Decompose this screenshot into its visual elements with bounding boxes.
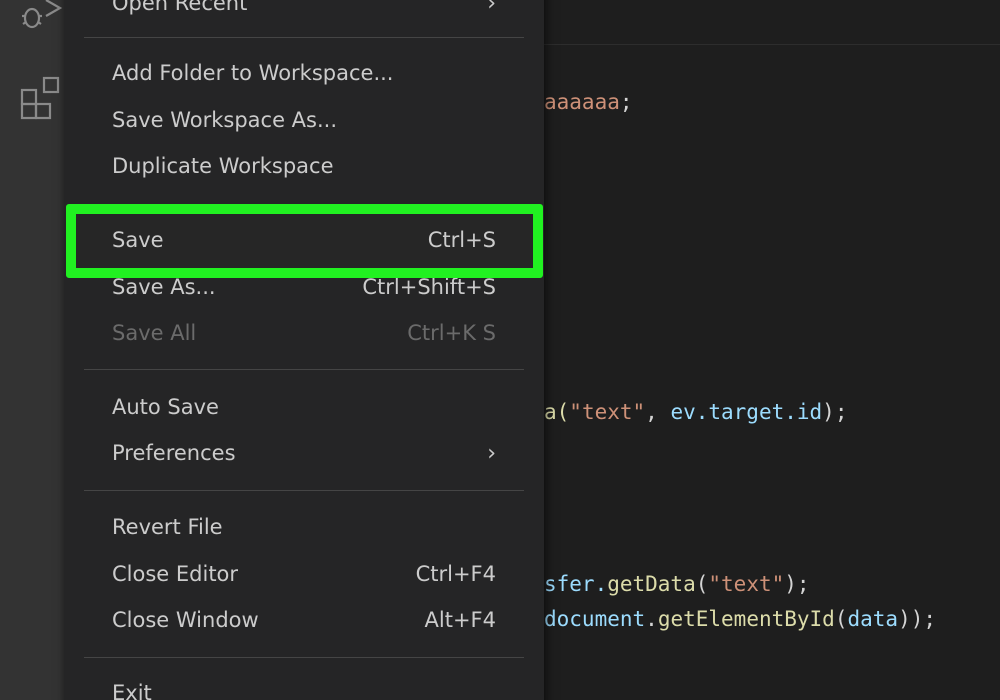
vscode-window: aaaaaa; a("text", ev.target.id); sfer.ge… bbox=[0, 0, 1000, 700]
menu-item-label: Save All bbox=[112, 321, 197, 345]
menu-item-label: Duplicate Workspace bbox=[112, 154, 334, 178]
menu-item-revert-file[interactable]: Revert File bbox=[84, 506, 524, 548]
code-line-1: aaaaaa; bbox=[544, 88, 633, 116]
code-token: getData bbox=[607, 572, 696, 596]
code-token: ); bbox=[822, 400, 848, 424]
menu-item-auto-save[interactable]: Auto Save bbox=[84, 386, 524, 428]
menu-item-preferences[interactable]: Preferences › bbox=[84, 432, 524, 474]
code-token: ev.target.id bbox=[670, 400, 823, 424]
menu-separator bbox=[84, 490, 524, 491]
code-token: document bbox=[544, 607, 646, 631]
menu-separator bbox=[84, 37, 524, 38]
code-token: ; bbox=[619, 90, 633, 114]
menu-item-label: Auto Save bbox=[112, 395, 219, 419]
code-token: ( bbox=[695, 572, 709, 596]
code-line-4: document.getElementById(data)); bbox=[544, 605, 936, 633]
menu-item-save-all[interactable]: Save All Ctrl+K S bbox=[84, 312, 524, 354]
menu-item-label: Revert File bbox=[112, 515, 223, 539]
code-token: sfer. bbox=[544, 572, 608, 596]
menu-item-shortcut: Alt+F4 bbox=[424, 608, 496, 632]
code-token: a( bbox=[544, 400, 570, 424]
menu-item-close-window[interactable]: Close Window Alt+F4 bbox=[84, 599, 524, 641]
menu-item-label: Save As... bbox=[112, 275, 216, 299]
menu-item-label: Close Editor bbox=[112, 562, 239, 586]
menu-item-save[interactable]: Save Ctrl+S bbox=[84, 219, 524, 261]
menu-item-label: Add Folder to Workspace... bbox=[112, 61, 394, 85]
menu-item-open-recent[interactable]: Open Recent › bbox=[84, 0, 524, 24]
menu-item-label: Exit bbox=[112, 681, 152, 700]
code-token: , bbox=[645, 400, 671, 424]
chevron-right-icon: › bbox=[487, 440, 496, 466]
code-token: aaaaaa bbox=[544, 90, 620, 114]
chevron-right-icon: › bbox=[487, 0, 496, 16]
menu-item-shortcut: Ctrl+Shift+S bbox=[362, 275, 496, 299]
menu-item-duplicate-workspace[interactable]: Duplicate Workspace bbox=[84, 145, 524, 187]
code-token: "text" bbox=[708, 572, 785, 596]
code-line-2: a("text", ev.target.id); bbox=[544, 398, 847, 426]
menu-separator bbox=[84, 369, 524, 370]
menu-item-save-workspace-as[interactable]: Save Workspace As... bbox=[84, 99, 524, 141]
menu-item-shortcut: Ctrl+S bbox=[427, 228, 496, 252]
menu-item-label: Save Workspace As... bbox=[112, 108, 338, 132]
menu-item-label: Save bbox=[112, 228, 164, 252]
activity-bar bbox=[0, 0, 64, 700]
code-line-3: sfer.getData("text"); bbox=[544, 570, 810, 598]
code-token: data bbox=[847, 607, 899, 631]
menu-item-label: Close Window bbox=[112, 608, 259, 632]
menu-item-label: Open Recent bbox=[112, 0, 248, 15]
menu-item-exit[interactable]: Exit bbox=[84, 672, 524, 700]
menu-item-shortcut: Ctrl+F4 bbox=[415, 562, 496, 586]
menu-item-label: Preferences bbox=[112, 441, 236, 465]
code-token: ); bbox=[784, 572, 810, 596]
menu-item-add-folder-to-workspace[interactable]: Add Folder to Workspace... bbox=[84, 52, 524, 94]
menu-item-close-editor[interactable]: Close Editor Ctrl+F4 bbox=[84, 553, 524, 595]
menu-item-shortcut: Ctrl+K S bbox=[407, 321, 496, 345]
debug-icon[interactable] bbox=[18, 0, 63, 30]
code-token: . bbox=[645, 607, 658, 631]
extensions-icon[interactable] bbox=[18, 74, 62, 120]
code-token: )); bbox=[898, 607, 936, 631]
code-token: getElementById bbox=[657, 607, 835, 631]
menu-separator bbox=[84, 657, 524, 658]
code-token: ( bbox=[834, 607, 848, 631]
code-token: "text" bbox=[569, 400, 646, 424]
